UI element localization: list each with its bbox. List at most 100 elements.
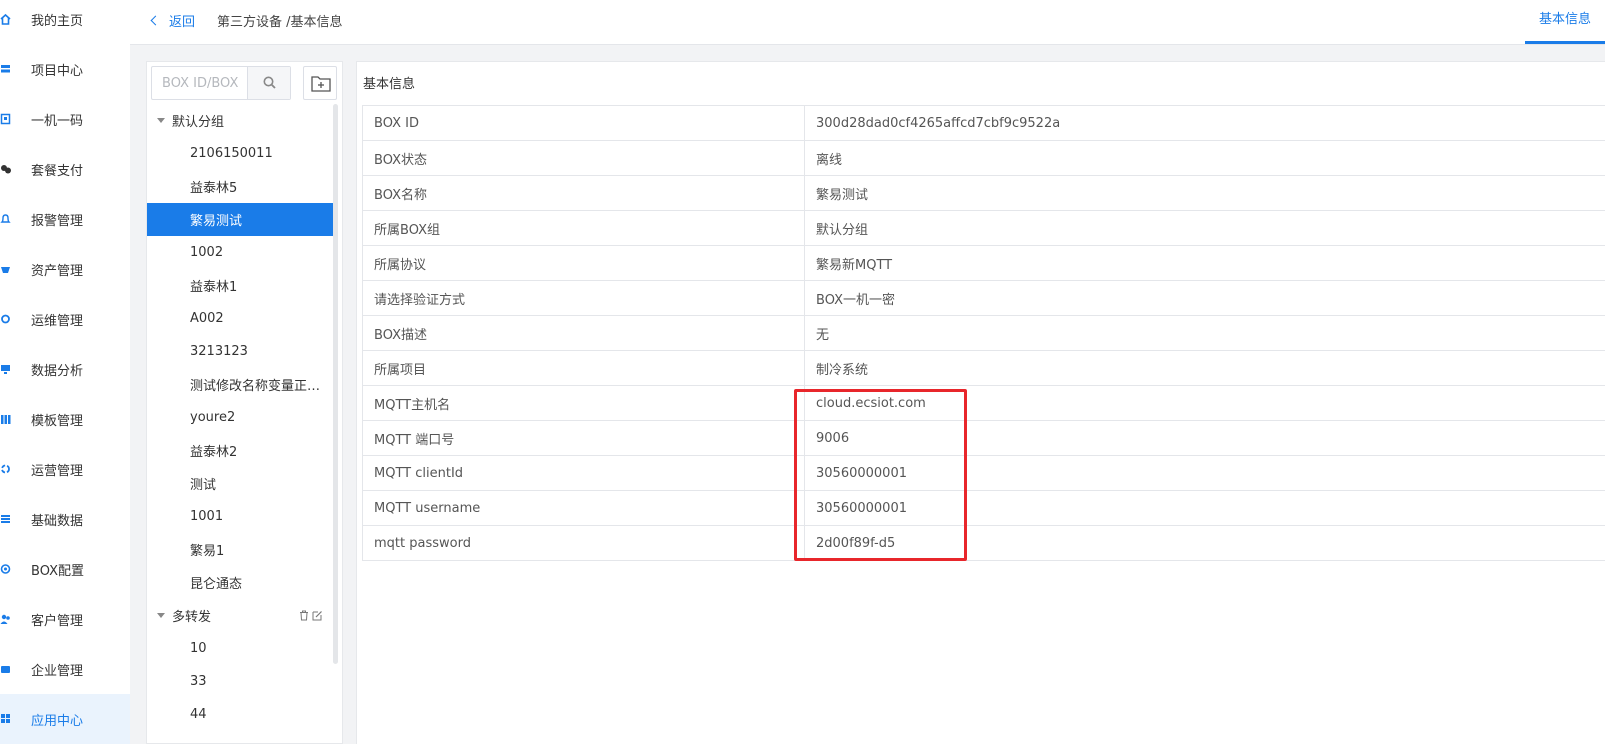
info-key: 所属项目	[362, 350, 805, 386]
side-navigation: 我的主页项目中心一机一码套餐支付报警管理资产管理运维管理数据分析模板管理运营管理…	[0, 0, 130, 744]
info-value: 300d28dad0cf4265affcd7cbf9c9522a	[804, 105, 1605, 141]
info-row: MQTT 端口号 9006	[362, 420, 1605, 456]
sidebar-item-10[interactable]: 基础数据	[0, 494, 130, 544]
info-value[interactable]: 无	[804, 315, 1605, 351]
sidebar-item-9[interactable]: 运营管理	[0, 444, 130, 494]
info-row: MQTT主机名 cloud.ecsiot.com	[362, 385, 1605, 421]
sidebar-item-0[interactable]: 我的主页	[0, 0, 130, 44]
sidebar-item-2[interactable]: 一机一码	[0, 94, 130, 144]
tree-item[interactable]: 1001	[147, 500, 333, 533]
tree-item[interactable]: 44	[147, 698, 333, 731]
sidebar-item-7[interactable]: 数据分析	[0, 344, 130, 394]
caret-down-icon	[157, 613, 165, 618]
info-value: 9006	[804, 420, 1605, 456]
group-tools	[299, 610, 323, 621]
edit-icon[interactable]	[312, 610, 323, 621]
info-row: 请选择验证方式 BOX一机一密	[362, 280, 1605, 316]
breadcrumb: 第三方设备 /基本信息	[217, 15, 343, 30]
info-key: BOX名称	[362, 175, 805, 211]
info-value[interactable]: 繁易新MQTT	[804, 245, 1605, 281]
tree-item[interactable]: youre2	[147, 401, 333, 434]
sidebar-item-8[interactable]: 模板管理	[0, 394, 130, 444]
sidebar-item-11[interactable]: BOX配置	[0, 544, 130, 594]
info-row: BOX状态 离线	[362, 140, 1605, 176]
trash-icon[interactable]	[299, 610, 309, 621]
sidebar-item-label: 数据分析	[31, 363, 84, 379]
tree-scrollbar[interactable]	[333, 104, 338, 664]
tree-group-label: 多转发	[172, 610, 212, 625]
sidebar-item-12[interactable]: 客户管理	[0, 594, 130, 644]
tab-active-indicator	[1525, 41, 1605, 44]
tree-item[interactable]: 2106150011	[147, 137, 333, 170]
info-value[interactable]: 默认分组	[804, 210, 1605, 246]
project-icon	[1, 65, 10, 73]
search-box	[151, 66, 291, 100]
tree-group-header[interactable]: 默认分组	[147, 104, 333, 137]
tree-group-header[interactable]: 多转发	[147, 599, 333, 632]
tree-item[interactable]: 测试	[147, 467, 333, 500]
tree-item[interactable]: 繁易测试	[147, 203, 333, 236]
basic-info-card: 基本信息 BOX ID 300d28dad0cf4265affcd7cbf9c95…	[356, 61, 1605, 744]
search-input[interactable]	[152, 67, 248, 99]
info-value: 2d00f89f-d5	[804, 525, 1605, 561]
sidebar-item-1[interactable]: 项目中心	[0, 44, 130, 94]
asset-icon	[1, 267, 10, 273]
sidebar-item-label: 运营管理	[31, 463, 84, 479]
template-icon	[1, 415, 11, 424]
tree-item[interactable]: 1002	[147, 236, 333, 269]
data-icon	[1, 515, 10, 523]
info-value[interactable]: 繁易测试	[804, 175, 1605, 211]
sidebar-item-label: 我的主页	[31, 13, 84, 29]
info-row: MQTT clientId 30560000001	[362, 455, 1605, 491]
operation-icon	[1, 464, 10, 474]
page-header: 返回 第三方设备 /基本信息 基本信息	[130, 0, 1605, 45]
basic-info-table: BOX ID 300d28dad0cf4265affcd7cbf9c9522a BO…	[362, 105, 1605, 561]
tree-item[interactable]: A002	[147, 302, 333, 335]
tab-basic-info[interactable]: 基本信息	[1525, 0, 1605, 44]
sidebar-item-label: 运维管理	[31, 313, 84, 329]
sidebar-item-5[interactable]: 资产管理	[0, 244, 130, 294]
info-row: 所属BOX组 默认分组	[362, 210, 1605, 246]
sidebar-item-label: 企业管理	[31, 663, 84, 679]
sidebar-item-4[interactable]: 报警管理	[0, 194, 130, 244]
sidebar-item-6[interactable]: 运维管理	[0, 294, 130, 344]
qrcode-icon	[0, 113, 11, 125]
tree-item[interactable]: 繁易1	[147, 533, 333, 566]
sidebar-item-label: 资产管理	[31, 263, 84, 279]
sidebar-item-label: 应用中心	[31, 713, 84, 729]
info-key: MQTT 端口号	[362, 420, 805, 456]
card-title: 基本信息	[363, 77, 416, 92]
sidebar-item-14[interactable]: 应用中心	[0, 694, 130, 744]
sidebar-item-label: BOX配置	[31, 563, 84, 579]
search-button[interactable]	[247, 67, 290, 99]
back-button[interactable]: 返回	[150, 11, 196, 30]
customer-icon	[0, 614, 10, 624]
tree-item[interactable]: 昆仑通态	[147, 566, 333, 599]
sidebar-item-13[interactable]: 企业管理	[0, 644, 130, 694]
info-row: 所属项目 制冷系统	[362, 350, 1605, 386]
sidebar-item-label: 项目中心	[31, 63, 84, 79]
sidebar-item-3[interactable]: 套餐支付	[0, 144, 130, 194]
tree-item[interactable]: 3213123	[147, 335, 333, 368]
tree-item[interactable]: 益泰林5	[147, 170, 333, 203]
sidebar-item-label: 报警管理	[31, 213, 84, 229]
sidebar-item-label: 基础数据	[31, 513, 84, 529]
tree-item[interactable]: 33	[147, 665, 333, 698]
monitor-icon	[1, 365, 10, 374]
tree-item[interactable]: 益泰林1	[147, 269, 333, 302]
tree-item[interactable]: 10	[147, 632, 333, 665]
info-row: mqtt password 2d00f89f-d5	[362, 525, 1605, 561]
info-value: cloud.ecsiot.com	[804, 385, 1605, 421]
sidebar-item-label: 套餐支付	[31, 163, 84, 179]
sidebar-item-label: 一机一码	[31, 113, 84, 129]
tree-item[interactable]: 测试修改名称变量正…	[147, 368, 333, 401]
tree-item[interactable]: 益泰林2	[147, 434, 333, 467]
info-row: MQTT username 30560000001	[362, 490, 1605, 526]
tree-group-label: 默认分组	[172, 115, 225, 130]
payment-icon	[1, 165, 11, 174]
info-key: MQTT主机名	[362, 385, 805, 421]
back-label: 返回	[169, 15, 196, 30]
caret-down-icon	[157, 118, 165, 123]
info-value: 制冷系统	[804, 350, 1605, 386]
add-group-button[interactable]	[303, 66, 337, 100]
